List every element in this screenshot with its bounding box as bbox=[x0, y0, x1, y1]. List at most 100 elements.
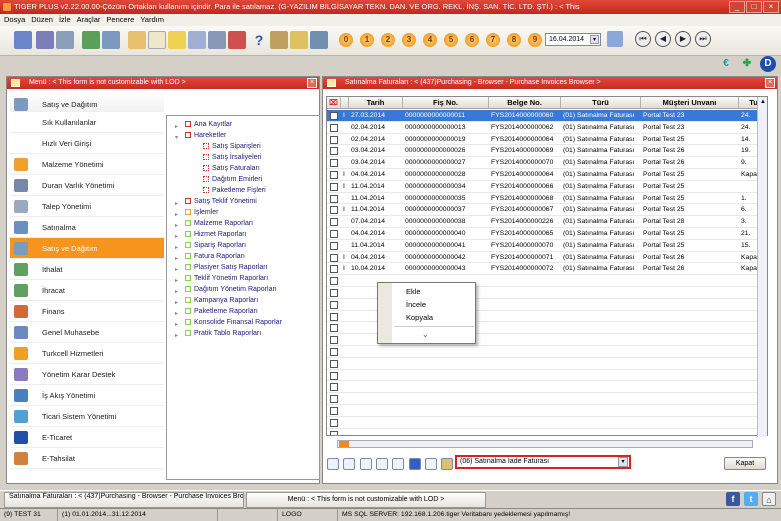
column-header-turu[interactable]: Türü bbox=[561, 97, 641, 109]
expand-icon[interactable]: ▸ bbox=[175, 221, 178, 231]
column-chooser-icon[interactable]: ⌧ bbox=[327, 97, 341, 109]
menu-duzen[interactable]: Düzen bbox=[31, 14, 53, 26]
table-row[interactable]: I 27.03.2014 0000000000000011 FYS2014000000… bbox=[327, 110, 767, 122]
table-row[interactable]: I 04.04.2014 0000000000000028 FYS2014000000… bbox=[327, 169, 767, 181]
expand-icon[interactable]: ▸ bbox=[175, 199, 178, 209]
new-record-icon[interactable] bbox=[327, 458, 339, 470]
users-icon[interactable] bbox=[14, 31, 32, 49]
row-checkbox[interactable] bbox=[330, 371, 338, 380]
chevron-down-icon[interactable]: ▾ bbox=[618, 457, 628, 467]
tree-node[interactable]: ▸ Plasiyer Satış Raporları bbox=[175, 263, 268, 273]
sidebar-item-15[interactable]: E-Ticaret bbox=[10, 427, 164, 448]
expand-icon[interactable]: ▸ bbox=[175, 265, 178, 275]
copy-record-icon[interactable] bbox=[343, 458, 355, 470]
sidebar-item-11[interactable]: Turkcell Hizmetleri bbox=[10, 343, 164, 364]
row-checkbox[interactable] bbox=[330, 300, 338, 309]
tree-node[interactable]: ▸ Ana Kayıtlar bbox=[175, 120, 232, 130]
twitter-icon[interactable]: t bbox=[744, 492, 758, 506]
row-checkbox[interactable] bbox=[330, 123, 338, 132]
table-row[interactable]: I 11.04.2014 0000000000000037 FYS2014000000… bbox=[327, 204, 767, 217]
row-checkbox[interactable] bbox=[330, 336, 338, 345]
previous-record-button[interactable]: ◀ bbox=[655, 31, 671, 47]
sidebar-item-2[interactable]: Malzeme Yönetimi bbox=[10, 154, 164, 175]
folder-icon[interactable] bbox=[208, 31, 226, 49]
table-row[interactable] bbox=[327, 393, 767, 405]
table-row[interactable]: 11.04.2014 0000000000000035 FYS20140000000… bbox=[327, 193, 767, 205]
tree-node[interactable]: Satış Siparişleri bbox=[203, 142, 261, 152]
document-icon[interactable] bbox=[148, 31, 166, 49]
tree-node[interactable]: ▸ Satış Teklif Yönetimi bbox=[175, 197, 257, 207]
calendar-dropdown-icon[interactable]: ▾ bbox=[590, 35, 599, 44]
calendar-icon[interactable] bbox=[607, 31, 623, 47]
row-checkbox[interactable] bbox=[330, 277, 338, 286]
menu-panel-close-icon[interactable]: × bbox=[307, 78, 317, 88]
sidebar-item-0[interactable]: Sık Kullanılanlar bbox=[10, 112, 164, 133]
row-checkbox[interactable] bbox=[330, 348, 338, 356]
row-checkbox[interactable] bbox=[330, 194, 338, 203]
close-button[interactable]: Kapat bbox=[724, 457, 766, 470]
search-icon[interactable] bbox=[290, 31, 308, 49]
row-checkbox[interactable] bbox=[330, 182, 338, 191]
table-row[interactable]: I 11.04.2014 0000000000000034 FYS2014000000… bbox=[327, 181, 767, 193]
sidebar-item-6[interactable]: Satış ve Dağıtım bbox=[10, 238, 164, 259]
tab-invoices[interactable]: Satınalma Faturaları : < (437)Purchasing… bbox=[4, 492, 244, 508]
row-checkbox[interactable] bbox=[330, 159, 338, 168]
invoices-panel-close-icon[interactable]: × bbox=[765, 78, 775, 88]
expand-icon[interactable]: ▸ bbox=[175, 309, 178, 319]
horizontal-scrollbar[interactable] bbox=[337, 440, 753, 448]
column-header-belge-no[interactable]: Belge No. bbox=[489, 97, 561, 109]
print-icon[interactable] bbox=[376, 458, 388, 470]
scroll-up-icon[interactable]: ▲ bbox=[759, 99, 767, 107]
invoice-type-select[interactable]: (06) Satınalma İade Faturası ▾ bbox=[455, 455, 631, 469]
sidebar-item-4[interactable]: Talep Yönetimi bbox=[10, 196, 164, 217]
number-button-4[interactable]: 4 bbox=[423, 33, 437, 47]
sidebar-item-8[interactable]: İhracat bbox=[10, 280, 164, 301]
row-checkbox[interactable] bbox=[330, 135, 338, 144]
number-button-1[interactable]: 1 bbox=[360, 33, 374, 47]
row-checkbox[interactable] bbox=[330, 407, 338, 415]
row-checkbox[interactable] bbox=[330, 253, 338, 262]
row-checkbox[interactable] bbox=[330, 430, 338, 435]
table-row[interactable]: 04.04.2014 0000000000000040 FYS20140000000… bbox=[327, 228, 767, 240]
sidebar-item-10[interactable]: Genel Muhasebe bbox=[10, 322, 164, 343]
settings-small-icon[interactable] bbox=[441, 458, 453, 470]
number-button-7[interactable]: 7 bbox=[486, 33, 500, 47]
number-button-9[interactable]: 9 bbox=[528, 33, 542, 47]
table-row[interactable] bbox=[327, 346, 767, 358]
sidebar-item-13[interactable]: İş Akış Yönetimi bbox=[10, 385, 164, 406]
tree-node[interactable]: Paketleme Fişleri bbox=[203, 186, 266, 196]
context-item-incele[interactable]: İncele bbox=[406, 300, 426, 309]
tree-node[interactable]: ▸ Dağıtım Yönetim Raporları bbox=[175, 285, 277, 295]
tree-node[interactable]: Dağıtım Emirleri bbox=[203, 175, 262, 185]
expand-icon[interactable]: ▸ bbox=[175, 243, 178, 253]
expand-icon[interactable]: ▸ bbox=[175, 232, 178, 242]
sidebar-item-5[interactable]: Satınalma bbox=[10, 217, 164, 238]
facebook-icon[interactable]: f bbox=[726, 492, 740, 506]
expand-icon[interactable]: ▸ bbox=[175, 287, 178, 297]
tree-node[interactable]: ▸ Sipariş Raporları bbox=[175, 241, 246, 251]
number-button-8[interactable]: 8 bbox=[507, 33, 521, 47]
tree-node[interactable]: ▸ Malzeme Raporları bbox=[175, 219, 253, 229]
sidebar-item-1[interactable]: Hızlı Veri Girişi bbox=[10, 133, 164, 154]
number-button-6[interactable]: 6 bbox=[465, 33, 479, 47]
sidebar-item-12[interactable]: Yönetim Karar Destek bbox=[10, 364, 164, 385]
row-checkbox[interactable] bbox=[330, 289, 338, 297]
last-record-button[interactable]: ⏭ bbox=[695, 31, 711, 47]
row-checkbox[interactable] bbox=[330, 218, 338, 227]
tab-menu[interactable]: Menü : < This form is not customizable w… bbox=[246, 492, 486, 508]
row-checkbox[interactable] bbox=[330, 312, 338, 321]
tree-node[interactable]: Satış İrsaliyeleri bbox=[203, 153, 261, 163]
expand-icon[interactable]: ▸ bbox=[175, 210, 178, 220]
organization-icon[interactable] bbox=[36, 31, 54, 49]
close-window-button[interactable]: × bbox=[763, 1, 779, 13]
star-document-icon[interactable] bbox=[168, 31, 186, 49]
sidebar-item-9[interactable]: Finans bbox=[10, 301, 164, 322]
menu-dosya[interactable]: Dosya bbox=[4, 14, 25, 26]
row-checkbox[interactable] bbox=[330, 230, 338, 238]
tree-node[interactable]: Satış Faturaları bbox=[203, 164, 260, 174]
row-checkbox[interactable] bbox=[330, 359, 338, 368]
sidebar-item-14[interactable]: Ticari Sistem Yönetimi bbox=[10, 406, 164, 427]
window-icon[interactable] bbox=[56, 31, 74, 49]
tree-node[interactable]: ▸ Konsolide Finansal Raporlar bbox=[175, 318, 282, 328]
tree-node[interactable]: ▸ Kampanya Raporları bbox=[175, 296, 258, 306]
